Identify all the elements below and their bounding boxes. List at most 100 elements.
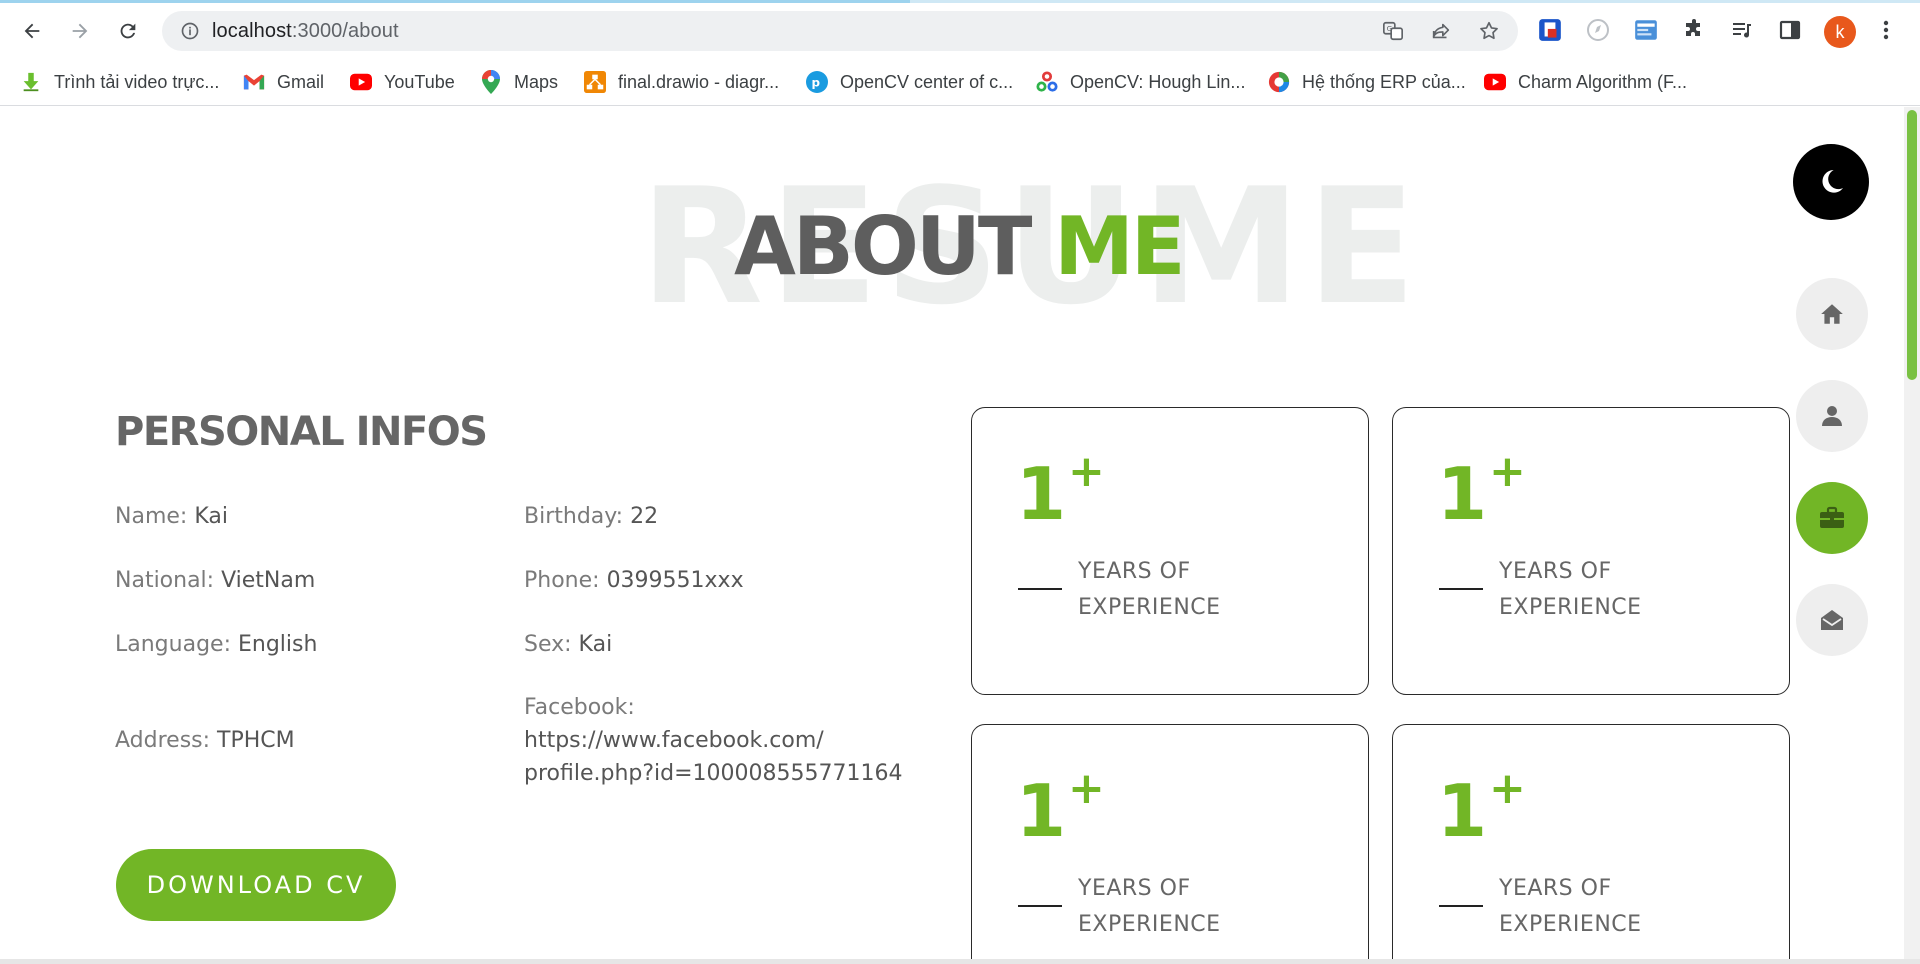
shield-extension-icon: [1539, 19, 1561, 41]
compass-icon: [1587, 19, 1609, 41]
info-value: VietNam: [221, 568, 316, 593]
side-panel-button[interactable]: [1776, 16, 1804, 44]
media-control-button[interactable]: [1728, 16, 1756, 44]
back-button[interactable]: [14, 13, 50, 49]
info-sex: Sex: Kai: [524, 628, 612, 661]
kebab-menu-icon: [1883, 20, 1889, 40]
info-birthday: Birthday: 22: [524, 500, 658, 533]
stat-number: 1: [1437, 769, 1488, 853]
extensions-button[interactable]: [1680, 16, 1708, 44]
page-title: ABOUT ME: [734, 207, 1186, 287]
info-value: Kai: [194, 504, 228, 529]
bookmark-label: YouTube: [384, 71, 455, 92]
stat-card: 1 + YEARS OF EXPERIENCE: [971, 407, 1369, 695]
gmail-icon: [243, 71, 265, 93]
stat-dash: [1018, 588, 1062, 590]
info-label: Facebook:: [524, 695, 635, 720]
bookmark-item[interactable]: OpenCV: Hough Lin...: [1036, 66, 1245, 98]
scrollbar-thumb[interactable]: [1907, 110, 1917, 380]
stat-dash: [1018, 905, 1062, 907]
extension-compass[interactable]: [1584, 16, 1612, 44]
bookmark-label: OpenCV center of c...: [840, 71, 1014, 92]
bookmark-item[interactable]: YouTube: [350, 66, 455, 98]
bookmark-label: Gmail: [277, 71, 325, 92]
browser-menu-button[interactable]: [1872, 16, 1900, 44]
theme-toggle-button[interactable]: [1793, 144, 1869, 220]
forward-button[interactable]: [62, 13, 98, 49]
stat-label-line: EXPERIENCE: [1078, 595, 1221, 620]
url-text: localhost:3000/about: [212, 20, 399, 43]
info-value: TPHCM: [217, 728, 295, 753]
info-value: 22: [630, 504, 659, 529]
info-name: Name: Kai: [115, 500, 228, 533]
page-scrollbar[interactable]: [1904, 107, 1920, 959]
page-title-word-2: ME: [1054, 200, 1185, 293]
bookmark-label: OpenCV: Hough Lin...: [1070, 71, 1246, 92]
bookmark-item[interactable]: Maps: [480, 66, 558, 98]
nav-home-button[interactable]: [1796, 278, 1868, 350]
stat-label-line: EXPERIENCE: [1078, 912, 1221, 937]
info-label: Phone:: [524, 568, 600, 593]
bookmark-item[interactable]: Charm Algorithm (F...: [1484, 66, 1687, 98]
download-cv-button[interactable]: DOWNLOAD CV: [116, 849, 396, 921]
profile-avatar[interactable]: k: [1824, 16, 1856, 48]
home-icon: [1821, 304, 1843, 324]
reload-button[interactable]: [110, 13, 146, 49]
bookmark-item[interactable]: Trình tải video trực...: [20, 66, 219, 98]
drawio-icon: [584, 71, 606, 93]
stat-plus: +: [1068, 446, 1105, 497]
bookmark-label: Charm Algorithm (F...: [1518, 71, 1688, 92]
bookmark-item[interactable]: p OpenCV center of c...: [806, 66, 1013, 98]
stat-label-line: YEARS OF: [1499, 876, 1612, 901]
stat-label-line: EXPERIENCE: [1499, 912, 1642, 937]
envelope-open-icon: [1821, 610, 1843, 630]
info-label: Address:: [115, 728, 211, 753]
info-phone: Phone: 0399551xxx: [524, 564, 744, 597]
stat-label: YEARS OF EXPERIENCE: [1499, 871, 1699, 943]
stat-plus: +: [1068, 763, 1105, 814]
erp-icon: [1268, 71, 1290, 93]
stat-label-line: YEARS OF: [1499, 559, 1612, 584]
nav-portfolio-button[interactable]: [1796, 482, 1868, 554]
puzzle-icon: [1686, 19, 1700, 36]
info-label: Birthday:: [524, 504, 624, 529]
stat-card: 1 + YEARS OF EXPERIENCE: [971, 724, 1369, 959]
bookmark-star-icon[interactable]: [1478, 20, 1500, 42]
bookmark-item[interactable]: Gmail: [243, 66, 324, 98]
opencv-icon: [1036, 71, 1058, 93]
nav-contact-button[interactable]: [1796, 584, 1868, 656]
translate-icon[interactable]: G: [1382, 20, 1404, 42]
url-path: :3000/about: [291, 20, 399, 42]
info-icon[interactable]: [180, 21, 200, 41]
bookmark-label: Maps: [514, 71, 559, 92]
address-bar[interactable]: localhost:3000/about G: [162, 11, 1518, 51]
youtube-icon: [350, 71, 372, 93]
bookmark-label: final.drawio - diagr...: [618, 71, 780, 92]
bookmark-item[interactable]: final.drawio - diagr...: [584, 66, 779, 98]
bookmark-item[interactable]: Hệ thống ERP của...: [1268, 66, 1466, 98]
stat-number: 1: [1016, 452, 1067, 536]
bookmarks-bar: Trình tải video trực... Gmail YouTube Ma…: [0, 58, 1920, 106]
info-language: Language: English: [115, 628, 317, 661]
reload-icon: [120, 23, 136, 39]
extension-screenshot[interactable]: [1632, 16, 1660, 44]
stat-dash: [1439, 588, 1483, 590]
user-icon: [1822, 406, 1842, 426]
share-icon[interactable]: [1430, 20, 1452, 42]
nav-about-button[interactable]: [1796, 380, 1868, 452]
stat-label-line: YEARS OF: [1078, 876, 1191, 901]
bookmark-label: Trình tải video trực...: [54, 71, 220, 92]
info-value: Kai: [578, 632, 613, 657]
extension-bitwarden[interactable]: [1536, 16, 1564, 44]
info-label: National:: [115, 568, 215, 593]
bookmark-label: Hệ thống ERP của...: [1302, 71, 1466, 92]
info-label: Name:: [115, 504, 188, 529]
info-facebook: Facebook: https://www.facebook.com/ prof…: [524, 691, 903, 790]
url-host: localhost: [212, 20, 292, 42]
facebook-link-line-1[interactable]: https://www.facebook.com/: [524, 724, 903, 757]
page-title-space: [1029, 200, 1054, 293]
youtube-icon: [1484, 71, 1506, 93]
info-value: English: [237, 632, 318, 657]
arrow-right-icon: [72, 23, 88, 39]
facebook-link-line-2[interactable]: profile.php?id=100008555771164: [524, 757, 903, 790]
